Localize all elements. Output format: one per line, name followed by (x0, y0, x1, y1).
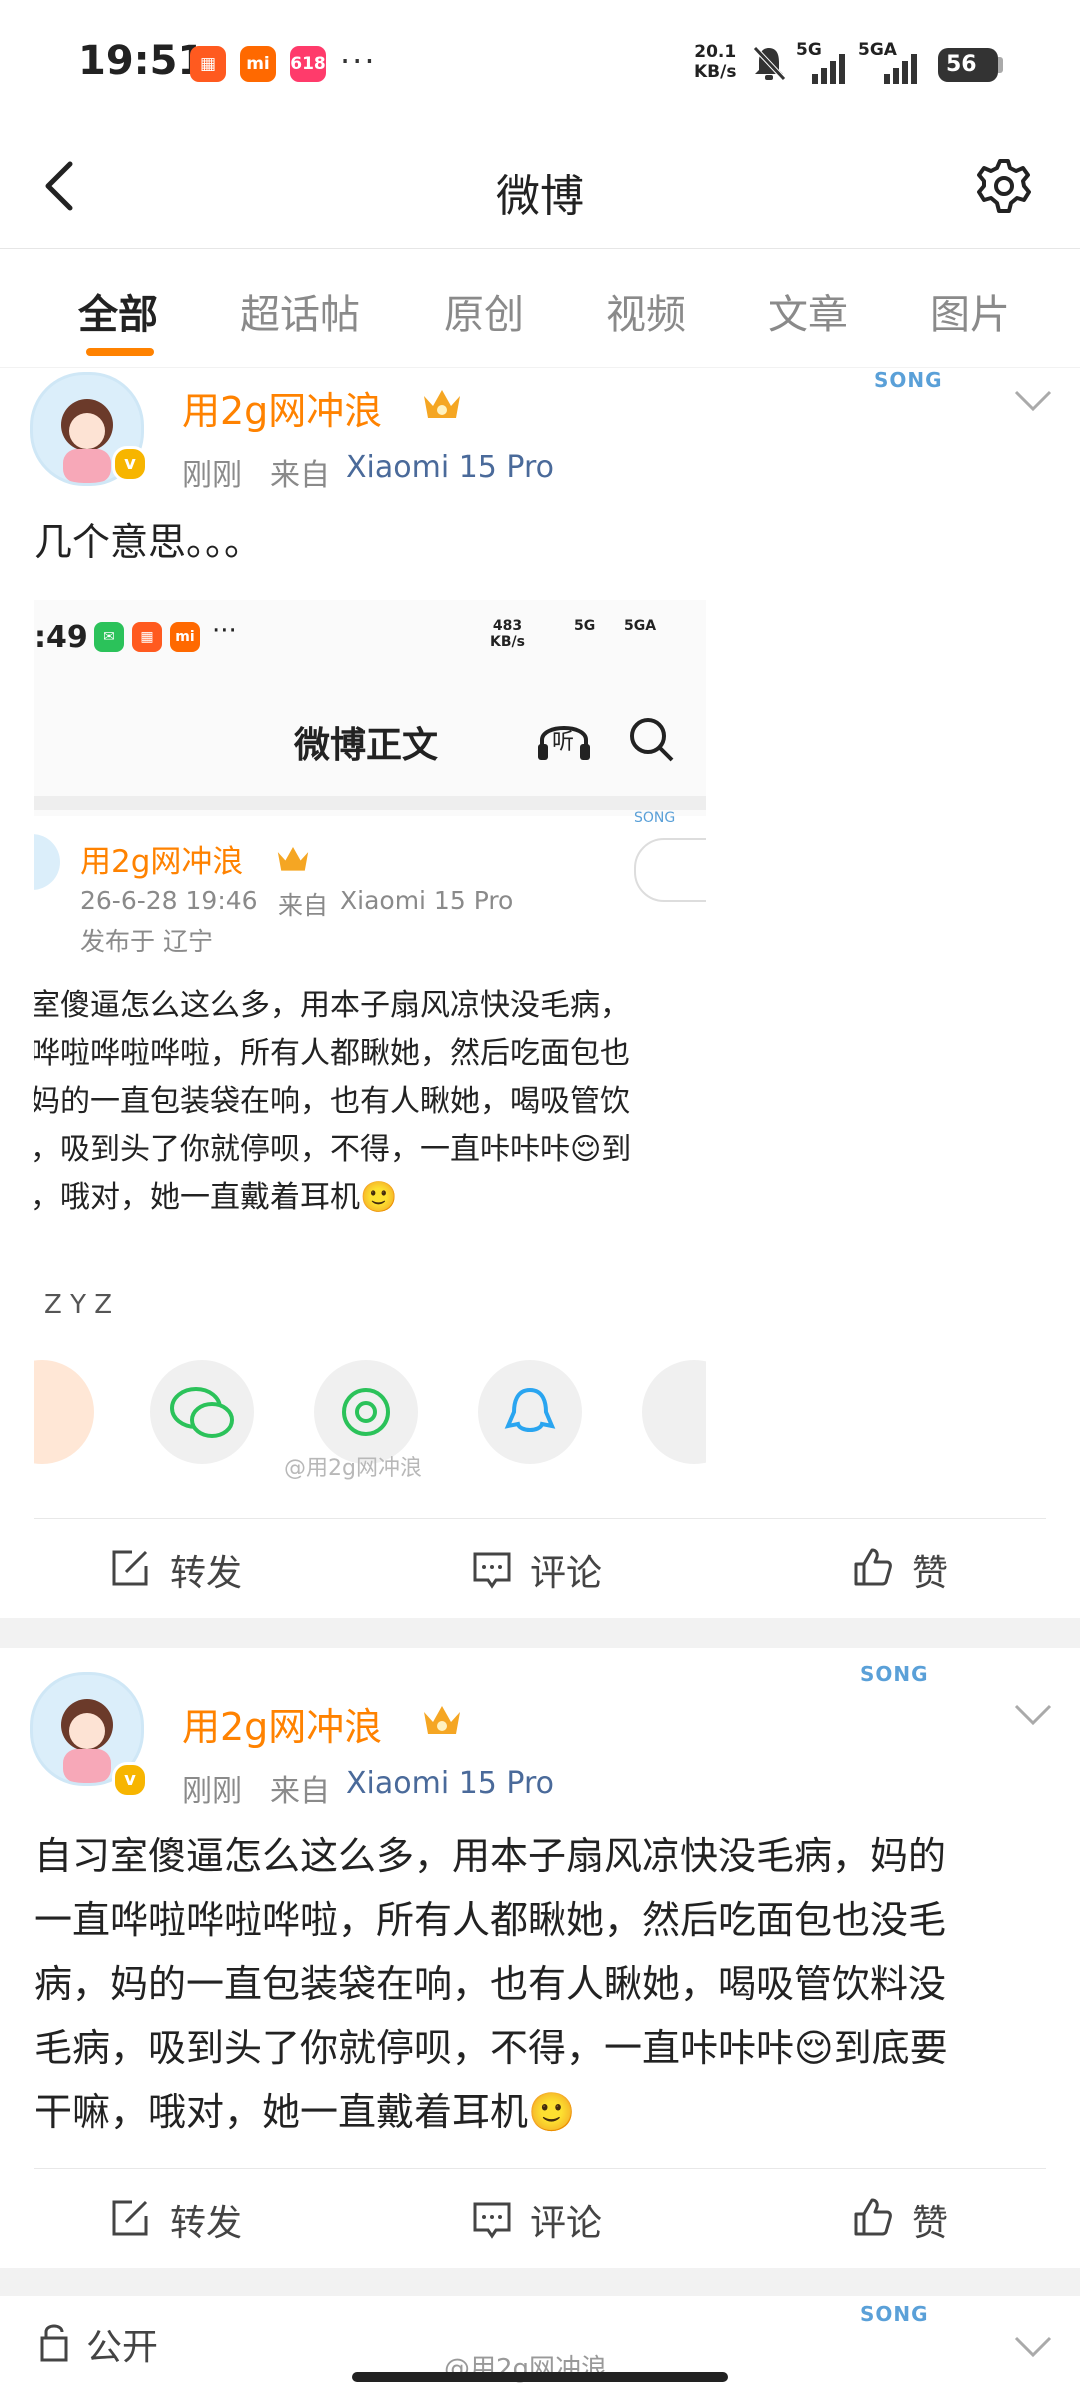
post-time: 刚刚 (182, 458, 242, 493)
card-decoration: SONG (860, 2302, 929, 2326)
mi-status-icon: mi (170, 622, 200, 652)
embedded-sim1: 5G (574, 618, 596, 634)
filter-tabs (0, 249, 1080, 367)
home-indicator[interactable] (352, 2372, 728, 2382)
search-icon (630, 718, 674, 762)
chevron-down-icon[interactable] (1012, 2334, 1054, 2360)
like-button[interactable]: 赞 (912, 2194, 948, 2246)
mute-bell-icon (753, 46, 786, 81)
card-decoration: SONG (874, 368, 943, 392)
username[interactable]: 用2g网冲浪 (182, 1696, 382, 1751)
embedded-more-icon: ··· (212, 616, 237, 646)
repost-icon[interactable] (110, 1548, 150, 1588)
tab-all[interactable]: 全部 (78, 282, 158, 340)
embedded-datetime: 26-6-28 19:46 (80, 886, 258, 915)
embedded-divider (34, 796, 706, 810)
embedded-sim2: 5GA (624, 618, 657, 634)
tab-image[interactable]: 图片 (930, 282, 1010, 340)
tab-original[interactable]: 原创 (444, 282, 524, 340)
embedded-decoration: SONG (634, 810, 676, 826)
source-label: 来自 (270, 1774, 330, 1809)
battery-indicator: 56 (938, 48, 998, 82)
card-decoration: SONG (860, 1662, 929, 1686)
repost-button[interactable]: 转发 (170, 1544, 242, 1596)
share-moments-icon (314, 1360, 418, 1464)
verified-badge-icon: v (112, 1762, 148, 1798)
like-button[interactable]: 赞 (912, 1544, 948, 1596)
username[interactable]: 用2g网冲浪 (182, 380, 382, 435)
gear-icon[interactable] (974, 156, 1034, 216)
hongbao-status-icon: ▦ (132, 622, 162, 652)
embedded-zyz: Z Y Z (44, 1290, 113, 1320)
source-label: 来自 (270, 458, 330, 493)
embedded-location: 发布于 辽宁 (80, 927, 213, 956)
verified-badge-icon: v (112, 446, 148, 482)
network-speed: 20.1 KB/s (694, 42, 737, 82)
signal-bars-icon (812, 54, 845, 84)
crown-icon (424, 1706, 460, 1734)
source-device[interactable]: Xiaomi 15 Pro (346, 450, 554, 485)
embedded-follow-button (634, 838, 706, 902)
page-title: 微博 (496, 171, 584, 222)
tab-super-topic[interactable]: 超话帖 (240, 282, 360, 340)
visibility-label: 公开 (86, 2327, 159, 2368)
status-time: 19:51 (78, 38, 206, 84)
embedded-source-label: 来自 (278, 891, 329, 920)
tab-article[interactable]: 文章 (768, 282, 848, 340)
battery-tip (998, 57, 1003, 73)
embedded-text: 室傻逼怎么这么多，用本子扇风凉快没毛病， 哗啦哗啦哗啦，所有人都瞅她，然后吃面包… (34, 988, 632, 1215)
embedded-speed: 483 KB/s (490, 618, 525, 650)
repost-button[interactable]: 转发 (170, 2194, 242, 2246)
comment-button[interactable]: 评论 (530, 1544, 602, 1596)
comment-icon[interactable] (472, 1550, 512, 1590)
crown-icon (424, 390, 460, 418)
lock-open-icon (40, 2324, 68, 2362)
like-icon[interactable] (852, 2196, 892, 2236)
post-text: 几个意思。。。 (34, 520, 263, 564)
embedded-username: 用2g网冲浪 (80, 844, 244, 880)
comment-icon[interactable] (472, 2200, 512, 2240)
listen-label: 听 (552, 730, 575, 755)
actions-divider (34, 2168, 1046, 2169)
chevron-down-icon[interactable] (1012, 388, 1054, 414)
mi-app-icon: mi (240, 46, 276, 82)
post-time: 刚刚 (182, 1774, 242, 1809)
share-wechat-icon (150, 1360, 254, 1464)
embedded-title: 微博正文 (294, 725, 439, 766)
signal-bars-2-icon (884, 54, 917, 84)
chevron-down-icon[interactable] (1012, 1702, 1054, 1728)
comment-button[interactable]: 评论 (530, 2194, 602, 2246)
share-qq-icon (478, 1360, 582, 1464)
tab-active-underline (86, 348, 154, 356)
actions-divider (34, 1518, 1046, 1519)
618-app-icon: 618 (290, 46, 326, 82)
wechat-status-icon: ✉ (94, 622, 124, 652)
embedded-crown-icon (277, 847, 309, 871)
tab-video[interactable]: 视频 (606, 282, 686, 340)
status-more-icon: ··· (340, 42, 377, 80)
post-text: 自习室傻逼怎么这么多，用本子扇风凉快没毛病，妈的 一直哗啦哗啦哗啦，所有人都瞅她… (34, 1834, 948, 2134)
like-icon[interactable] (852, 1546, 892, 1586)
repost-icon[interactable] (110, 2198, 150, 2238)
hongbao-app-icon: ▦ (190, 46, 226, 82)
source-device[interactable]: Xiaomi 15 Pro (346, 1766, 554, 1801)
embedded-time: :49 (34, 620, 88, 655)
post-image[interactable]: :49 ✉ ▦ mi ··· 483 KB/s 5G 5GA 微博正文 听 用2g… (34, 600, 706, 1480)
embedded-watermark: @用2g网冲浪 (284, 1456, 422, 1480)
embedded-source: Xiaomi 15 Pro (340, 886, 514, 915)
